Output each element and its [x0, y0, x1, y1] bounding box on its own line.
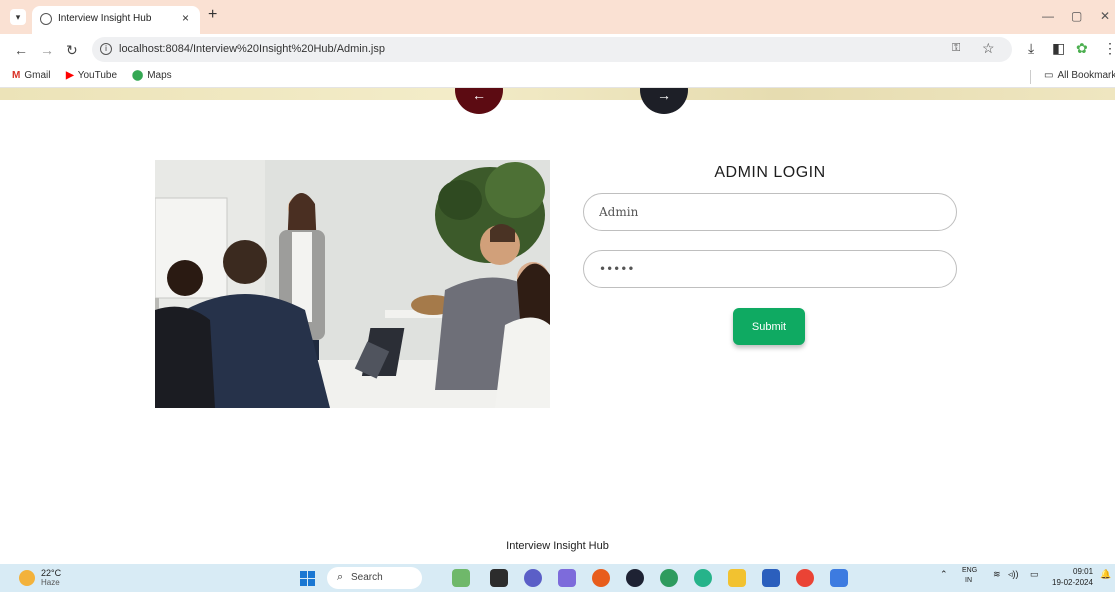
- site-info-icon[interactable]: i: [100, 43, 112, 55]
- login-title: ADMIN LOGIN: [714, 164, 826, 181]
- weather-description[interactable]: Haze: [41, 578, 60, 587]
- bookmarks-divider: [1030, 70, 1031, 84]
- previous-arrow-button[interactable]: ←: [455, 88, 503, 114]
- header-banner-strip: [0, 88, 1115, 100]
- folder-icon: ▭: [1044, 70, 1054, 81]
- forward-icon[interactable]: →: [40, 42, 54, 58]
- wifi-icon[interactable]: ≋: [993, 569, 1001, 580]
- submit-button[interactable]: Submit: [733, 308, 805, 345]
- maps-icon: ⬤: [132, 70, 144, 81]
- store-app-icon[interactable]: [762, 569, 780, 587]
- volume-icon[interactable]: ◃)): [1008, 569, 1019, 580]
- windows-start-icon[interactable]: [300, 571, 315, 586]
- window-close-icon[interactable]: ✕: [1100, 9, 1110, 23]
- tab-search-chevron-icon[interactable]: ▾: [10, 9, 26, 25]
- bookmark-gmail[interactable]: M Gmail: [12, 70, 50, 81]
- taskbar-search-label: Search: [351, 572, 383, 583]
- gmail-icon: M: [12, 70, 21, 81]
- jupyter-app-icon[interactable]: [558, 569, 576, 587]
- editor-app-icon[interactable]: [830, 569, 848, 587]
- back-icon[interactable]: ←: [14, 42, 28, 58]
- minimize-icon[interactable]: —: [1042, 9, 1054, 23]
- globe-icon: [40, 13, 52, 25]
- windows-taskbar: 22°C Haze ⌕ Search ⌃ ENG IN ≋ ◃)) ▭ 09:0…: [0, 564, 1115, 592]
- admin-username-input[interactable]: [583, 193, 957, 231]
- file-explorer-icon[interactable]: [728, 569, 746, 587]
- weather-icon[interactable]: [19, 570, 35, 586]
- bookmarks-bar: M Gmail ▶ YouTube ⬤ Maps ▭ All Bookmarks: [0, 66, 1115, 88]
- widgets-app-icon[interactable]: [452, 569, 470, 587]
- media-app-icon[interactable]: [626, 569, 644, 587]
- tab-close-icon[interactable]: ×: [182, 11, 189, 25]
- password-key-icon[interactable]: ⚿: [952, 42, 960, 55]
- task-view-icon[interactable]: [490, 569, 508, 587]
- bookmark-star-icon[interactable]: ☆: [982, 40, 995, 57]
- weather-temperature[interactable]: 22°C: [41, 568, 61, 578]
- search-icon: ⌕: [337, 571, 344, 583]
- all-bookmarks[interactable]: ▭ All Bookmarks: [1044, 70, 1115, 81]
- page-content: ← → ADMIN LOGIN Admin ••••• Submit Inter…: [0, 88, 1115, 564]
- bookmark-youtube[interactable]: ▶ YouTube: [66, 70, 117, 81]
- clock-time[interactable]: 09:01: [1073, 567, 1093, 576]
- battery-icon[interactable]: ▭: [1030, 569, 1039, 580]
- chrome-app-icon[interactable]: [660, 569, 678, 587]
- footer-title: Interview Insight Hub: [506, 540, 609, 552]
- meeting-photo: [155, 160, 550, 408]
- search-app-icon[interactable]: [592, 569, 610, 587]
- notification-bell-icon[interactable]: 🔔: [1100, 569, 1111, 580]
- admin-password-input[interactable]: [583, 250, 957, 288]
- bookmark-maps[interactable]: ⬤ Maps: [132, 70, 172, 81]
- extension-icon[interactable]: ✿: [1076, 40, 1088, 57]
- download-icon[interactable]: ⤓: [1028, 40, 1034, 57]
- next-arrow-button[interactable]: →: [640, 88, 688, 114]
- tab-bar: ▾ Interview Insight Hub × + — ▢ ✕: [0, 0, 1115, 34]
- chat-app-icon[interactable]: [524, 569, 542, 587]
- youtube-icon: ▶: [66, 70, 74, 81]
- tray-overflow-icon[interactable]: ⌃: [940, 569, 948, 580]
- side-panel-icon[interactable]: ◧: [1052, 40, 1065, 57]
- edge-app-icon[interactable]: [694, 569, 712, 587]
- language-indicator[interactable]: ENG: [962, 567, 977, 574]
- address-bar[interactable]: i localhost:8084/Interview%20Insight%20H…: [92, 37, 1012, 62]
- tab-title: Interview Insight Hub: [58, 13, 152, 24]
- chrome-active-icon[interactable]: [796, 569, 814, 587]
- new-tab-icon[interactable]: +: [208, 6, 217, 24]
- maximize-icon[interactable]: ▢: [1071, 9, 1082, 23]
- clock-date[interactable]: 19-02-2024: [1052, 578, 1093, 587]
- url-text[interactable]: localhost:8084/Interview%20Insight%20Hub…: [119, 43, 385, 55]
- tab-interview-insight-hub[interactable]: Interview Insight Hub ×: [32, 6, 200, 34]
- region-indicator[interactable]: IN: [965, 577, 972, 584]
- taskbar-search[interactable]: ⌕ Search: [327, 567, 422, 589]
- reload-icon[interactable]: ↻: [66, 42, 78, 59]
- browser-toolbar: ← → ↻ i localhost:8084/Interview%20Insig…: [0, 34, 1115, 66]
- menu-icon[interactable]: ⋮: [1103, 40, 1115, 57]
